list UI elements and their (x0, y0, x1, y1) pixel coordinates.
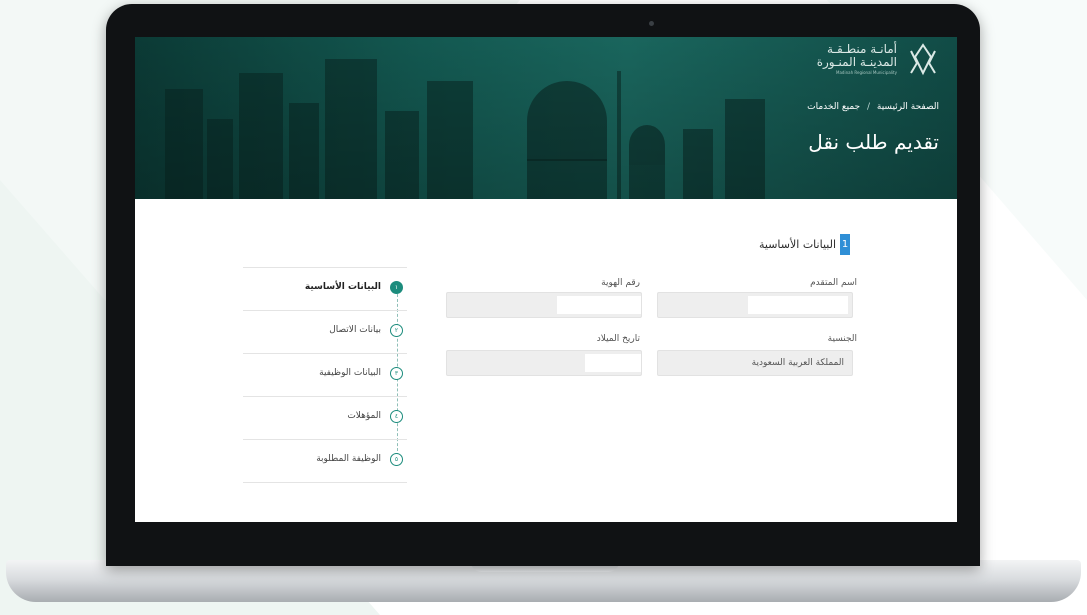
breadcrumb-current[interactable]: جميع الخدمات (807, 102, 860, 112)
section-number-badge: 1 (840, 234, 850, 255)
step-number: ٣ (390, 367, 403, 380)
step-number: ٢ (390, 324, 403, 337)
step-requested-job[interactable]: الوظيفة المطلوبة ٥ (243, 439, 407, 482)
nationality-value: المملكة العربية السعودية (751, 358, 844, 368)
step-basic-info[interactable]: البيانات الأساسية ١ (243, 267, 407, 310)
redacted-value (557, 296, 641, 314)
step-label: البيانات الأساسية (304, 282, 381, 292)
step-label: البيانات الوظيفية (319, 368, 381, 378)
stepper-bottom-divider (243, 482, 407, 483)
birth-date-field[interactable] (446, 350, 642, 376)
step-number: ١ (390, 281, 403, 294)
site-logo[interactable]: أمانـة منطـقـة المدينـة المنـورة Madinah… (817, 41, 941, 77)
municipality-logo-icon (910, 43, 936, 76)
step-label: الوظيفة المطلوبة (316, 454, 381, 464)
hero-banner: أمانـة منطـقـة المدينـة المنـورة Madinah… (135, 37, 957, 199)
step-number: ٤ (390, 410, 403, 423)
step-label: المؤهلات (347, 411, 381, 421)
redacted-value (585, 354, 641, 372)
logo-line3: Madinah Regional Municipality (836, 69, 897, 75)
birth-date-label: تاريخ الميلاد (596, 334, 640, 344)
breadcrumb-separator: / (866, 102, 871, 112)
id-number-field[interactable] (446, 292, 642, 318)
breadcrumb-home[interactable]: الصفحة الرئيسية (877, 102, 939, 112)
step-qualifications[interactable]: المؤهلات ٤ (243, 396, 407, 439)
logo-line2: المدينـة المنـورة (816, 54, 897, 69)
step-contact-info[interactable]: بيانات الاتصال ٢ (243, 310, 407, 353)
page-title: تقديم طلب نقل (808, 130, 939, 154)
camera-icon (649, 21, 654, 26)
applicant-name-label: اسم المتقدم (810, 278, 857, 288)
step-job-info[interactable]: البيانات الوظيفية ٣ (243, 353, 407, 396)
section-title: البيانات الأساسية (759, 238, 836, 251)
nationality-select[interactable]: المملكة العربية السعودية (657, 350, 853, 376)
redacted-value (748, 296, 848, 314)
id-number-label: رقم الهوية (601, 278, 640, 288)
section-header: 1 البيانات الأساسية (759, 234, 850, 255)
step-number: ٥ (390, 453, 403, 466)
breadcrumb: الصفحة الرئيسية / جميع الخدمات (807, 102, 939, 112)
nationality-label: الجنسية (827, 334, 857, 344)
step-label: بيانات الاتصال (329, 325, 381, 335)
applicant-name-field[interactable] (657, 292, 853, 318)
browser-screen: أمانـة منطـقـة المدينـة المنـورة Madinah… (135, 37, 957, 522)
